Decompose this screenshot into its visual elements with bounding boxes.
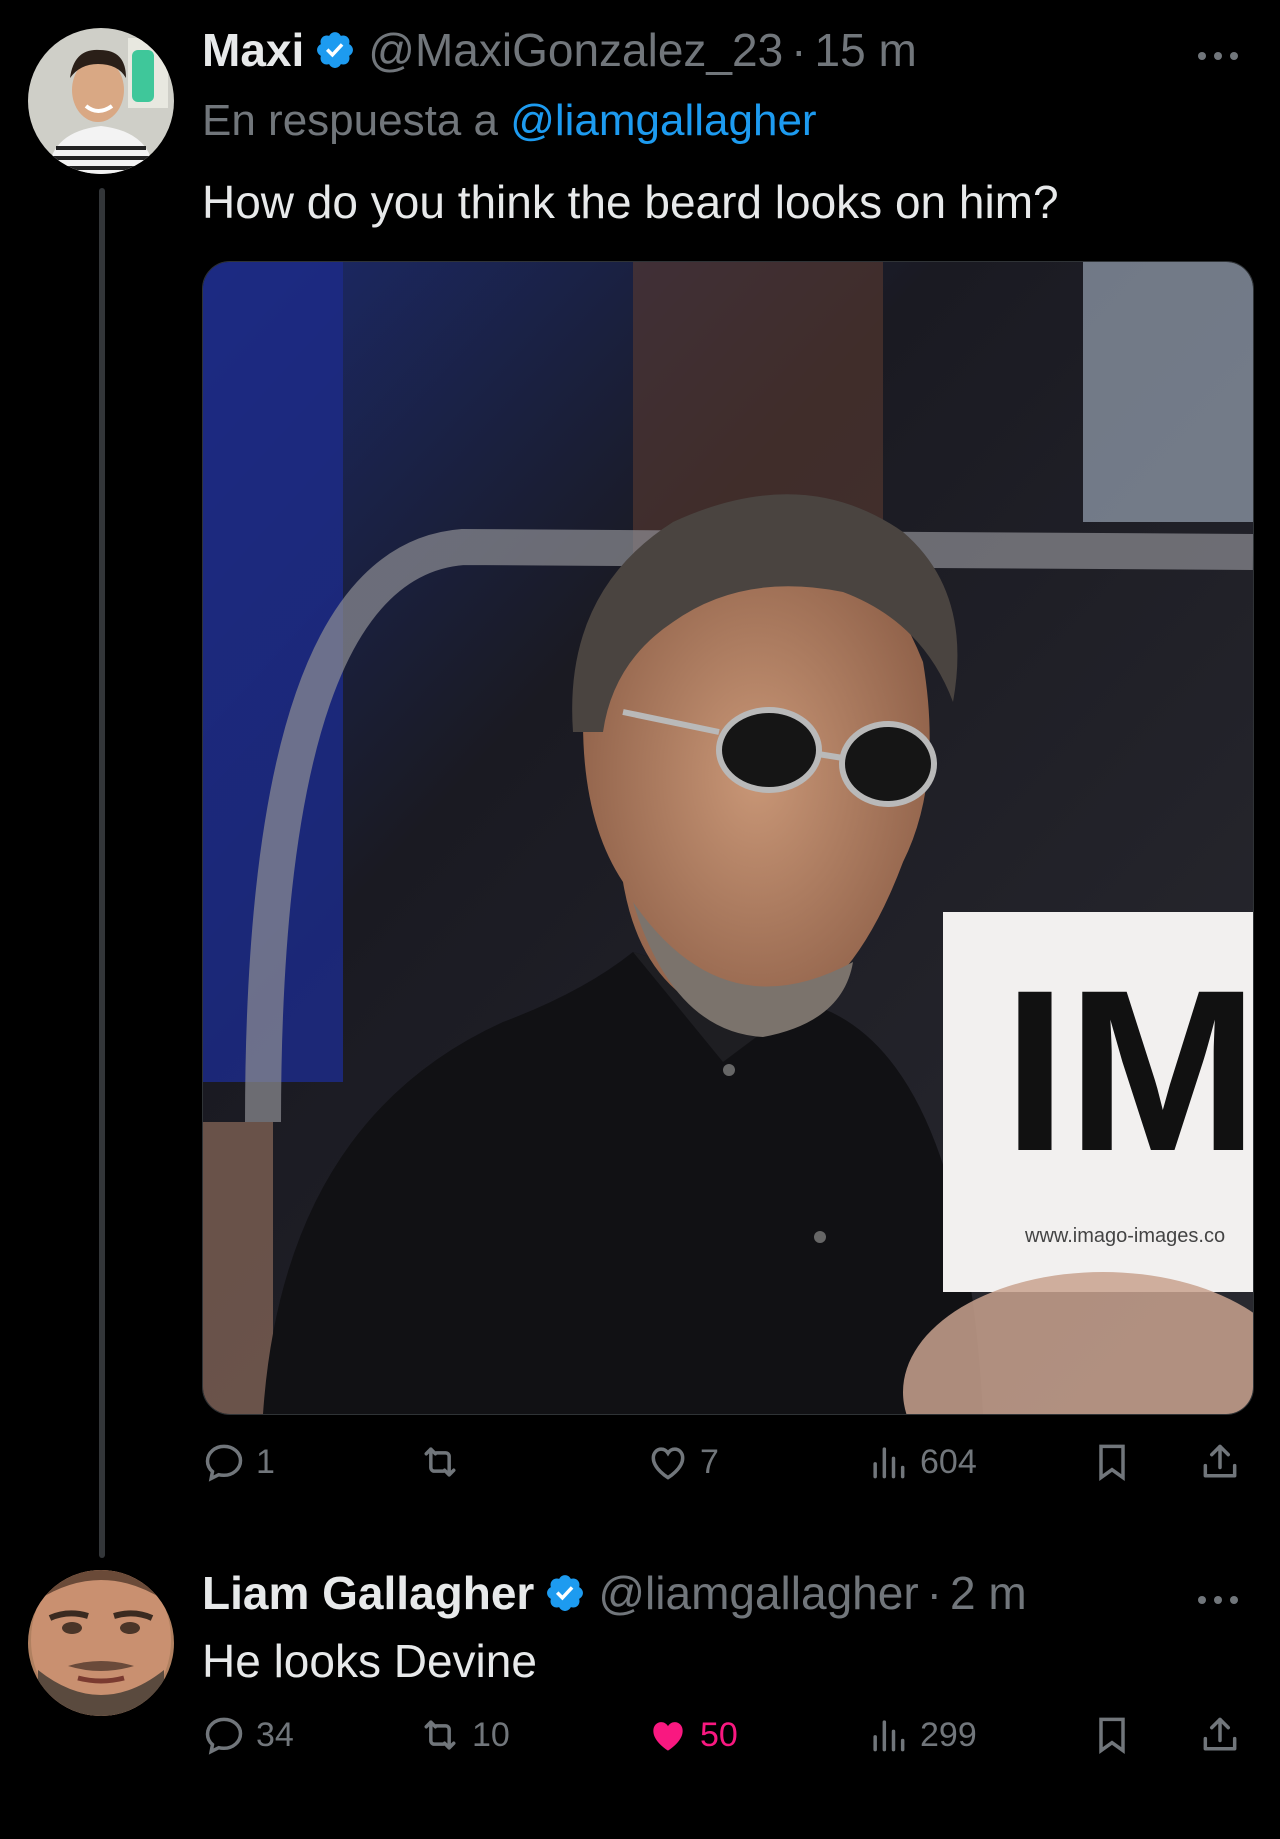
reply-icon	[205, 1717, 243, 1755]
like-button[interactable]: 50	[646, 1713, 738, 1757]
thread-line	[99, 188, 105, 1558]
timestamp[interactable]: 2 m	[950, 1566, 1027, 1620]
retweet-button[interactable]: 10	[418, 1713, 510, 1757]
reply-icon	[205, 1444, 243, 1482]
verified-badge-icon	[547, 1575, 584, 1611]
more-options-icon[interactable]	[1196, 28, 1240, 73]
reply-button[interactable]: 1	[202, 1440, 275, 1484]
views-count: 604	[920, 1442, 977, 1481]
like-count: 50	[700, 1715, 738, 1754]
tweet-media-photo[interactable]: IMA www.imago-images.co	[202, 261, 1254, 1415]
views-button[interactable]: 604	[866, 1440, 977, 1484]
watermark-url: www.imago-images.co	[1024, 1225, 1225, 1247]
user-handle[interactable]: @liamgallagher	[598, 1566, 918, 1620]
reply-count: 1	[256, 1442, 275, 1481]
tweet-text: He looks Devine	[202, 1635, 537, 1687]
reply-prefix: En respuesta a	[202, 96, 511, 145]
avatar-liam-image	[28, 1570, 174, 1716]
views-count: 299	[920, 1715, 977, 1754]
bookmark-button[interactable]	[1090, 1713, 1134, 1757]
views-chart-icon	[873, 1720, 905, 1752]
verified-badge-icon	[317, 32, 354, 68]
retweet-button[interactable]	[418, 1440, 472, 1484]
reply-context: En respuesta a @liamgallagher	[202, 96, 817, 146]
views-button[interactable]: 299	[866, 1713, 977, 1757]
tweet-actions: 34 10 50 299	[202, 1713, 1252, 1773]
display-name[interactable]: Liam Gallagher	[202, 1566, 534, 1620]
user-handle[interactable]: @MaxiGonzalez_23	[368, 23, 783, 77]
share-button[interactable]	[1198, 1440, 1242, 1484]
separator: ·	[791, 24, 807, 76]
tweet-liam[interactable]: Liam Gallagher @liamgallagher · 2 m He l…	[0, 1540, 1280, 1839]
heart-icon	[651, 1447, 685, 1480]
reply-button[interactable]: 34	[202, 1713, 294, 1757]
tweet-actions: 1 7 604	[202, 1440, 1252, 1500]
heart-filled-icon	[653, 1722, 683, 1751]
views-chart-icon	[873, 1447, 905, 1479]
timestamp[interactable]: 15 m	[815, 23, 917, 77]
retweet-icon	[424, 1720, 456, 1750]
retweet-count: 10	[472, 1715, 510, 1754]
bookmark-icon	[1099, 1717, 1125, 1754]
avatar-maxi[interactable]	[28, 28, 174, 174]
reply-count: 34	[256, 1715, 294, 1754]
share-button[interactable]	[1198, 1713, 1242, 1757]
display-name[interactable]: Maxi	[202, 23, 304, 77]
tweet-header: Liam Gallagher @liamgallagher · 2 m	[202, 1565, 1027, 1621]
tweet-maxi[interactable]: Maxi @MaxiGonzalez_23 · 15 m En respuest…	[0, 0, 1280, 1558]
like-button[interactable]: 7	[646, 1440, 719, 1484]
watermark-text: IMA	[1003, 942, 1253, 1199]
retweet-icon	[424, 1447, 456, 1477]
like-count: 7	[700, 1442, 719, 1481]
more-options-icon[interactable]	[1196, 1572, 1240, 1617]
avatar-liam[interactable]	[28, 1570, 174, 1716]
tweet-text: How do you think the beard looks on him?	[202, 176, 1059, 228]
bookmark-button[interactable]	[1090, 1440, 1134, 1484]
photo-image: IMA www.imago-images.co	[203, 262, 1253, 1414]
bookmark-icon	[1099, 1444, 1125, 1481]
share-icon	[1203, 1444, 1237, 1478]
separator: ·	[926, 1567, 942, 1619]
tweet-header: Maxi @MaxiGonzalez_23 · 15 m	[202, 22, 917, 78]
reply-mention-link[interactable]: @liamgallagher	[510, 96, 816, 145]
avatar-maxi-image	[28, 28, 174, 174]
share-icon	[1203, 1717, 1237, 1751]
